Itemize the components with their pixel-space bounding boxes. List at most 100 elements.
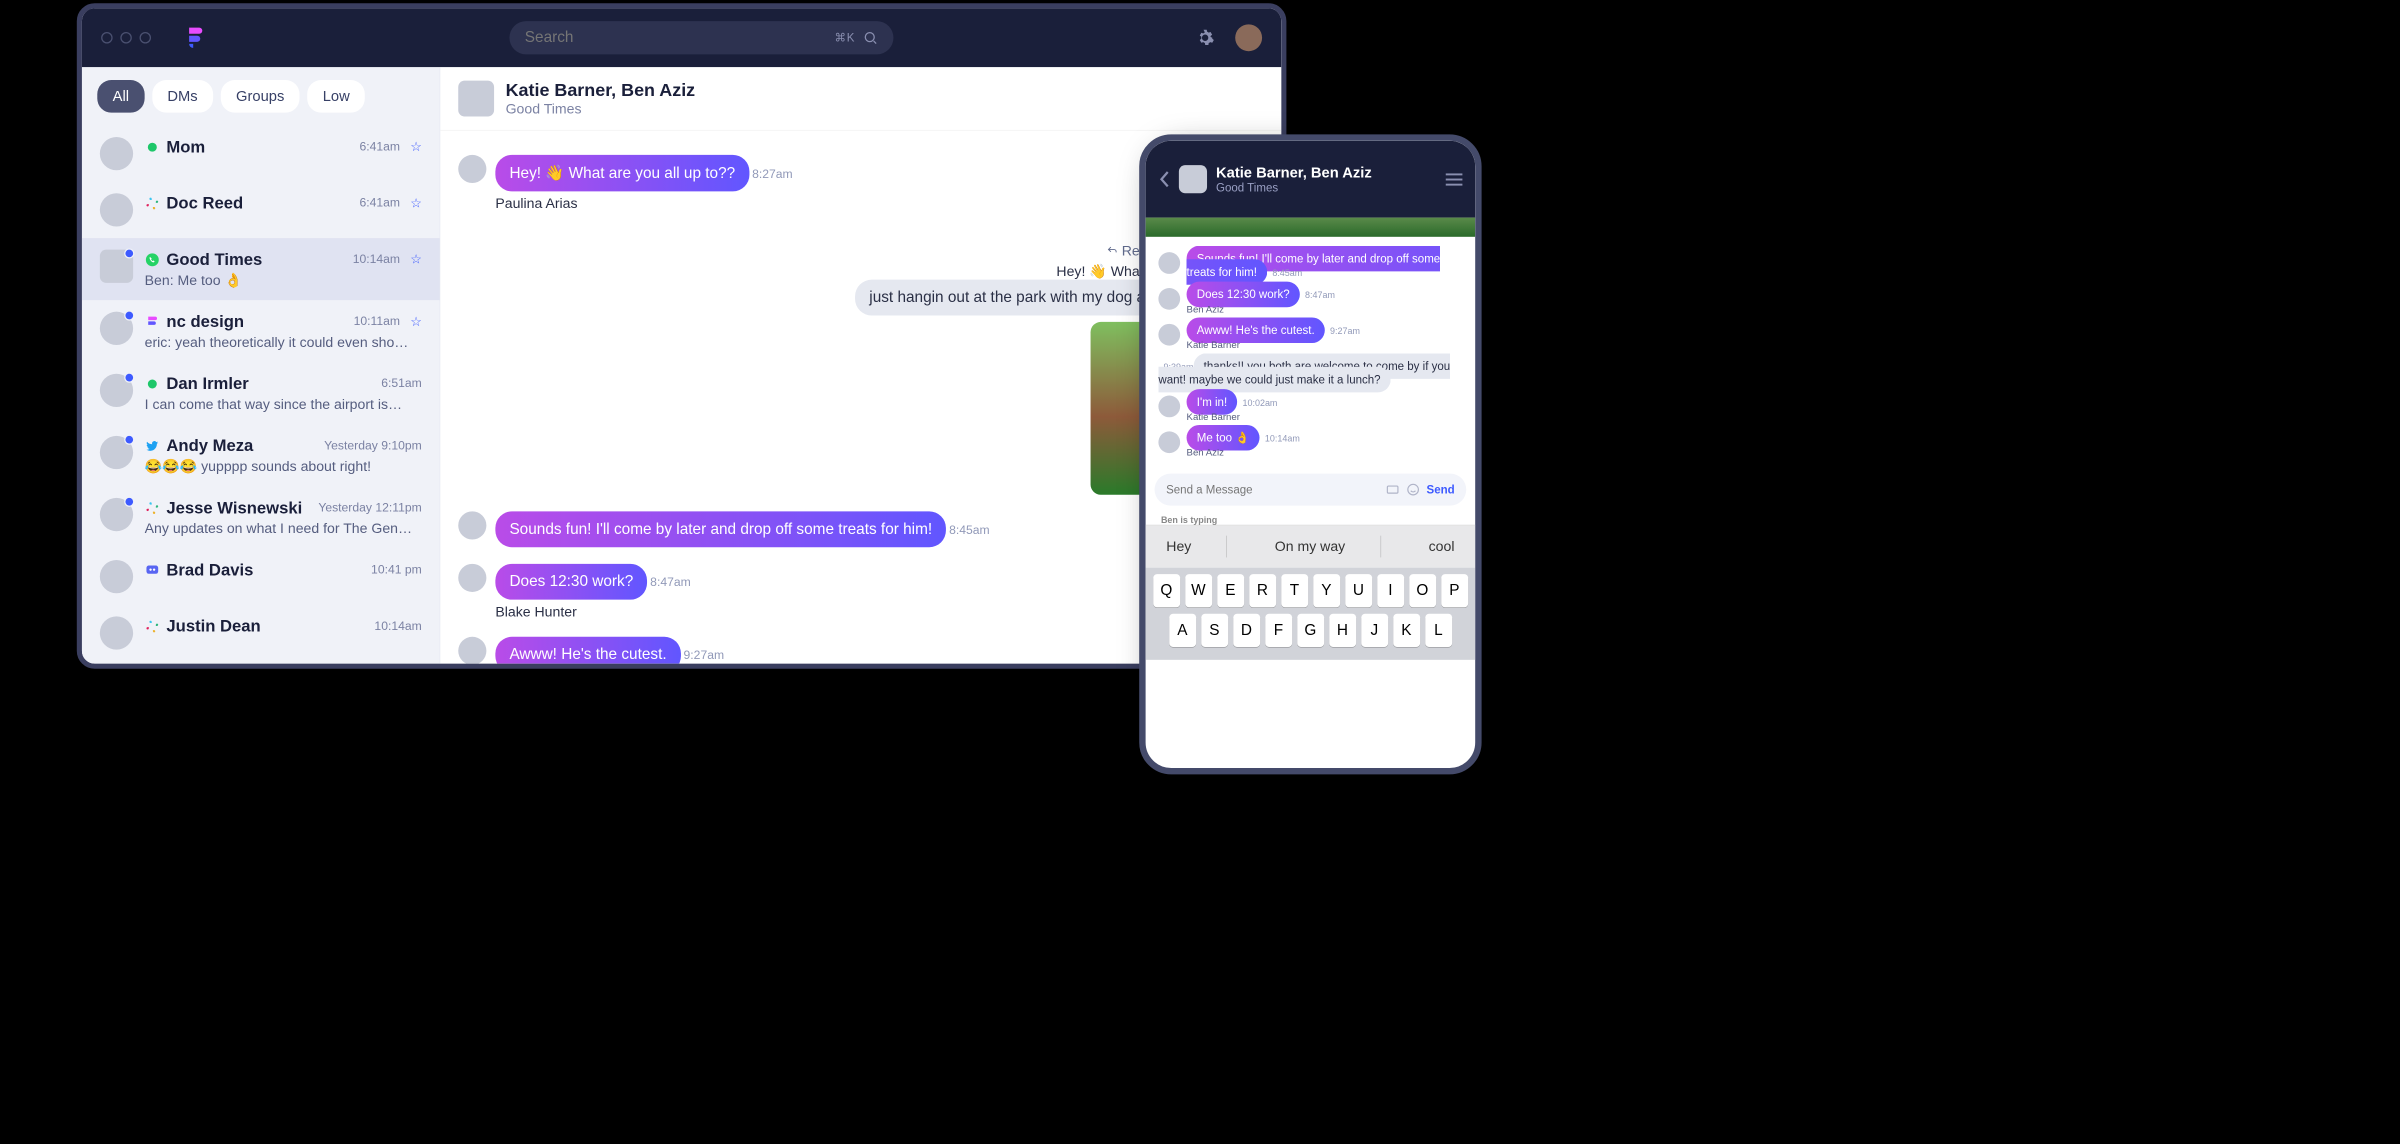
key-l[interactable]: L	[1425, 614, 1452, 647]
conversation-item[interactable]: Doc Reed 6:41am ☆	[82, 182, 440, 238]
conversation-preview: eric: yeah theoretically it could even s…	[145, 334, 422, 351]
suggestion[interactable]: cool	[1422, 536, 1461, 558]
search-bar[interactable]: ⌘K	[509, 21, 893, 54]
traffic-max[interactable]	[140, 32, 152, 44]
conversation-item[interactable]: Andy Meza Yesterday 9:10pm 😂😂😂 yupppp so…	[82, 424, 440, 486]
conversation-item[interactable]: Justin Dean 10:14am	[82, 605, 440, 661]
conversation-item[interactable]: Brad Davis 10:41 pm	[82, 548, 440, 604]
key-y[interactable]: Y	[1313, 574, 1340, 607]
filter-all[interactable]: All	[97, 80, 144, 113]
key-p[interactable]: P	[1441, 574, 1468, 607]
conversation-name: Mom	[166, 137, 205, 157]
key-i[interactable]: I	[1377, 574, 1404, 607]
service-icon	[145, 252, 160, 267]
compose-input[interactable]	[1166, 483, 1379, 496]
conversation-preview: 😂😂😂 yupppp sounds about right!	[145, 458, 422, 475]
gif-icon[interactable]	[1386, 483, 1400, 497]
emoji-icon[interactable]	[1406, 483, 1420, 497]
search-wrap: ⌘K	[220, 21, 1183, 54]
message-bubble[interactable]: Awww! He's the cutest.	[495, 637, 680, 664]
avatar	[100, 498, 133, 531]
key-f[interactable]: F	[1265, 614, 1292, 647]
star-icon[interactable]: ☆	[410, 195, 421, 211]
image-attachment-peek	[1146, 218, 1476, 237]
search-shortcut: ⌘K	[835, 31, 855, 44]
key-h[interactable]: H	[1329, 614, 1356, 647]
key-k[interactable]: K	[1393, 614, 1420, 647]
compose-bar[interactable]: Send	[1155, 474, 1467, 506]
star-icon[interactable]: ☆	[410, 252, 421, 268]
key-g[interactable]: G	[1297, 614, 1324, 647]
message-bubble[interactable]: Sounds fun! I'll come by later and drop …	[495, 511, 946, 547]
service-icon	[145, 196, 160, 211]
message-bubble[interactable]: Hey! 👋 What are you all up to??	[495, 155, 749, 191]
key-r[interactable]: R	[1249, 574, 1276, 607]
conversation-list: Mom 6:41am ☆ Doc Reed 6:41am ☆ Good Time…	[82, 125, 440, 661]
conversation-time: Yesterday 9:10pm	[324, 439, 422, 453]
key-e[interactable]: E	[1217, 574, 1244, 607]
service-icon	[145, 619, 160, 634]
message-time: 10:02am	[1243, 397, 1278, 407]
sidebar: AllDMsGroupsLow Mom 6:41am ☆ Doc Reed 6:…	[82, 67, 440, 663]
message-row: Me too 👌10:14amBen Aziz	[1158, 431, 1462, 458]
conversation-item[interactable]: Mom 6:41am ☆	[82, 125, 440, 181]
key-s[interactable]: S	[1201, 614, 1228, 647]
avatar	[100, 312, 133, 345]
gear-icon[interactable]	[1196, 28, 1215, 47]
service-icon	[145, 139, 160, 154]
keyboard[interactable]: QWERTYUIOP ASDFGHJKL	[1146, 568, 1476, 660]
conversation-item[interactable]: nc design 10:11am ☆ eric: yeah theoretic…	[82, 300, 440, 362]
message-row: 9:39amthanks!! you both are welcome to c…	[1158, 360, 1462, 387]
suggestion[interactable]: On my way	[1268, 536, 1351, 558]
key-j[interactable]: J	[1361, 614, 1388, 647]
message-bubble[interactable]: Sounds fun! I'll come by later and drop …	[1187, 246, 1441, 285]
key-d[interactable]: D	[1233, 614, 1260, 647]
conversation-name: Good Times	[166, 250, 262, 270]
reply-icon	[1106, 245, 1118, 257]
user-avatar[interactable]	[1235, 24, 1262, 51]
hamburger-icon[interactable]	[1446, 173, 1463, 185]
conversation-time: Yesterday 12:11pm	[318, 501, 421, 515]
traffic-min[interactable]	[120, 32, 132, 44]
conversation-name: Brad Davis	[166, 560, 253, 580]
avatar	[100, 560, 133, 593]
key-u[interactable]: U	[1345, 574, 1372, 607]
filter-low[interactable]: Low	[307, 80, 365, 113]
conversation-time: 10:14am	[353, 252, 400, 266]
filter-groups[interactable]: Groups	[221, 80, 300, 113]
suggestion[interactable]: Hey	[1160, 536, 1198, 558]
avatar	[100, 137, 133, 170]
conversation-time: 6:41am	[359, 196, 400, 210]
message-sender: Blake Hunter	[495, 604, 690, 621]
key-q[interactable]: Q	[1153, 574, 1180, 607]
search-input[interactable]	[525, 29, 827, 47]
search-icon	[863, 30, 878, 45]
message-bubble[interactable]: Does 12:30 work?	[495, 564, 647, 600]
mobile-header: Katie Barner, Ben Aziz Good Times	[1146, 141, 1476, 218]
conversation-preview: I can come that way since the airport is…	[145, 396, 422, 413]
conversation-item[interactable]: Jesse Wisnewski Yesterday 12:11pm Any up…	[82, 486, 440, 548]
mobile-message-list: Sounds fun! I'll come by later and drop …	[1146, 237, 1476, 465]
message-row: Sounds fun! I'll come by later and drop …	[1158, 252, 1462, 279]
star-icon[interactable]: ☆	[410, 139, 421, 155]
key-a[interactable]: A	[1169, 614, 1196, 647]
conversation-name: Andy Meza	[166, 436, 253, 456]
avatar	[458, 511, 486, 539]
key-o[interactable]: O	[1409, 574, 1436, 607]
back-icon[interactable]	[1158, 170, 1170, 188]
conversation-time: 6:41am	[359, 140, 400, 154]
send-button[interactable]: Send	[1427, 483, 1455, 496]
traffic-close[interactable]	[101, 32, 113, 44]
service-icon	[145, 562, 160, 577]
conversation-item[interactable]: Good Times 10:14am ☆ Ben: Me too 👌	[82, 238, 440, 300]
avatar	[458, 155, 486, 183]
conversation-item[interactable]: Dan Irmler 6:51am I can come that way si…	[82, 362, 440, 424]
message-bubble[interactable]: thanks!! you both are welcome to come by…	[1158, 353, 1450, 392]
title-bar: ⌘K	[82, 8, 1281, 67]
key-t[interactable]: T	[1281, 574, 1308, 607]
star-icon[interactable]: ☆	[410, 314, 421, 330]
key-w[interactable]: W	[1185, 574, 1212, 607]
filter-dms[interactable]: DMs	[152, 80, 213, 113]
conversation-time: 6:51am	[381, 377, 422, 391]
avatar	[1158, 252, 1180, 274]
